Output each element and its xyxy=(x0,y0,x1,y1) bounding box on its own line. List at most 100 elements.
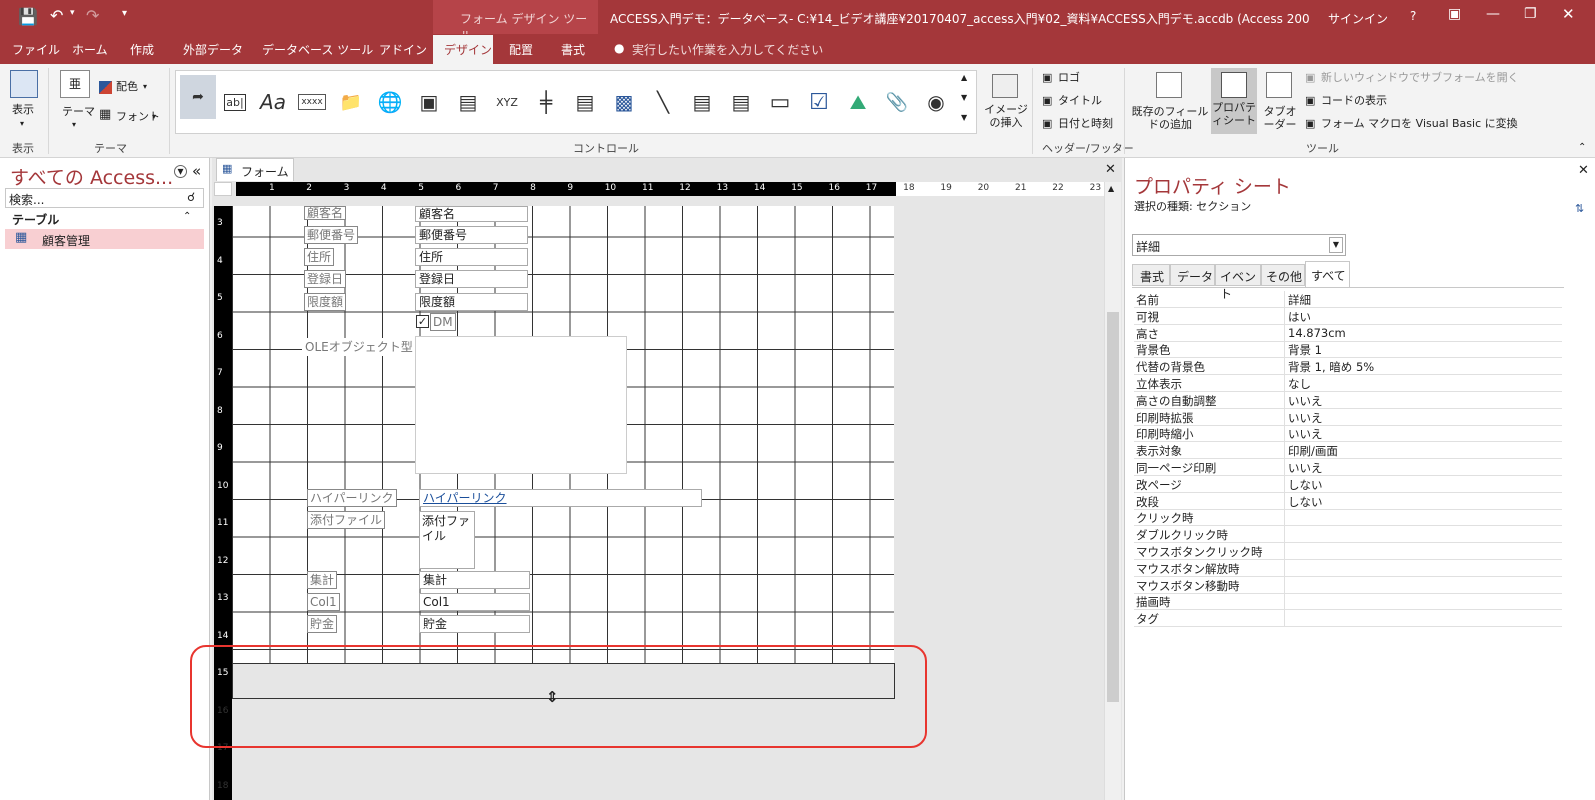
property-row[interactable]: 代替の背景色 背景 1, 暗め 5% xyxy=(1134,358,1562,376)
property-row[interactable]: 印刷時拡張 いいえ xyxy=(1134,408,1562,426)
property-value[interactable]: いいえ xyxy=(1288,393,1323,409)
tab-home[interactable]: ホーム xyxy=(72,41,108,58)
textbox-control-icon[interactable]: ab| xyxy=(220,87,250,117)
nav-item-customer-table[interactable]: ▦ 顧客管理 xyxy=(5,229,204,249)
property-row[interactable]: ダブルクリック時 xyxy=(1134,526,1562,544)
props-tab-event[interactable]: イベント xyxy=(1215,264,1261,301)
form-selector[interactable] xyxy=(214,182,232,196)
label-col1[interactable]: Col1 xyxy=(307,593,340,611)
view-icon[interactable] xyxy=(10,70,38,98)
image-control-icon[interactable]: ⛰ xyxy=(843,87,873,117)
props-tab-other[interactable]: その他 xyxy=(1261,264,1305,286)
property-row[interactable]: マウスボタン移動時 xyxy=(1134,576,1562,594)
property-sheet-button[interactable]: プロパティシート xyxy=(1211,68,1257,134)
image-insert-button[interactable]: イメージの挿入 xyxy=(982,103,1030,129)
nav-search-input[interactable]: 検索... xyxy=(9,191,44,208)
ole-object-frame[interactable] xyxy=(415,336,627,474)
select-pointer-icon[interactable]: ➦ xyxy=(180,75,216,119)
list-box-icon[interactable]: ▤ xyxy=(726,87,756,117)
page-break-icon[interactable]: ╪ xyxy=(531,87,561,117)
pane-close-icon[interactable]: ✕ xyxy=(1578,163,1589,178)
theme-icon[interactable]: 亜 xyxy=(60,70,90,98)
property-row[interactable]: 背景色 背景 1 xyxy=(1134,341,1562,359)
property-value[interactable]: 背景 1, 暗め 5% xyxy=(1288,359,1374,375)
image-insert-icon[interactable] xyxy=(992,74,1018,98)
field-credit-limit[interactable]: 限度額 xyxy=(415,293,528,311)
navigation-control-icon[interactable]: ▤ xyxy=(453,87,483,117)
tab-create[interactable]: 作成 xyxy=(130,41,154,58)
button-control-icon[interactable]: xxxx xyxy=(297,87,327,117)
tab-arrange[interactable]: 配置 xyxy=(509,41,533,58)
theme-dropdown-icon[interactable]: ▾ xyxy=(72,120,76,129)
property-row[interactable]: 印刷時縮小 いいえ xyxy=(1134,425,1562,443)
gallery-up-icon[interactable]: ▲ xyxy=(961,73,967,82)
view-button[interactable]: 表示 xyxy=(12,103,34,117)
customize-qat-icon[interactable]: ▾ xyxy=(122,8,127,19)
nav-menu-icon[interactable]: ▾ xyxy=(174,165,187,178)
logo-button[interactable]: ロゴ xyxy=(1058,71,1080,85)
field-address[interactable]: 住所 xyxy=(415,248,528,266)
label-savings[interactable]: 貯金 xyxy=(307,615,338,633)
props-tab-format[interactable]: 書式 xyxy=(1132,264,1170,286)
label-control-icon[interactable]: Aa xyxy=(258,87,288,117)
option-group-icon[interactable]: XYZ xyxy=(492,87,522,117)
section-collapse-icon[interactable]: ⌃ xyxy=(183,211,191,222)
add-fields-button[interactable]: 既存のフィールドの追加 xyxy=(1131,105,1209,131)
property-row[interactable]: 改段 しない xyxy=(1134,492,1562,510)
props-tab-data[interactable]: データ xyxy=(1170,264,1215,286)
property-row[interactable]: 改ページ しない xyxy=(1134,475,1562,493)
ribbon-display-icon[interactable]: ▣ xyxy=(1448,6,1461,22)
checkbox-control-icon[interactable]: ☑ xyxy=(804,87,834,117)
view-code-button[interactable]: コードの表示 xyxy=(1321,94,1387,108)
label-dm[interactable]: DM xyxy=(430,313,456,331)
tab-database-tools[interactable]: データベース ツール xyxy=(262,41,373,58)
doc-close-icon[interactable]: ✕ xyxy=(1105,162,1116,177)
close-icon[interactable]: ✕ xyxy=(1562,5,1575,23)
property-value[interactable]: いいえ xyxy=(1288,410,1323,426)
property-row[interactable]: 立体表示 なし xyxy=(1134,375,1562,392)
label-hyperlink[interactable]: ハイパーリンク xyxy=(307,489,397,507)
label-registered-date[interactable]: 登録日 xyxy=(304,270,347,288)
fonts-dropdown-icon[interactable]: ▾ xyxy=(152,112,156,121)
signin-link[interactable]: サインイン xyxy=(1328,10,1388,27)
tab-external-data[interactable]: 外部データ xyxy=(183,41,243,58)
property-value[interactable]: はい xyxy=(1288,309,1311,325)
redo-icon[interactable]: ↷ xyxy=(86,6,99,25)
collapse-ribbon-icon[interactable]: ⌃ xyxy=(1578,142,1586,154)
minimize-icon[interactable]: — xyxy=(1486,6,1500,22)
help-button[interactable]: ? xyxy=(1410,9,1416,23)
field-col1[interactable]: Col1 xyxy=(419,593,530,611)
gallery-down-icon[interactable]: ▼ xyxy=(961,93,967,102)
property-row[interactable]: マウスボタン解放時 xyxy=(1134,559,1562,577)
nav-search-box[interactable]: 検索... ☌ xyxy=(5,188,204,208)
tab-addins[interactable]: アドイン xyxy=(379,41,427,58)
dropdown-arrow-icon[interactable]: ▼ xyxy=(1329,237,1343,253)
toggle-button-icon[interactable]: ▤ xyxy=(687,87,717,117)
scrollbar-thumb[interactable] xyxy=(1107,312,1119,702)
field-customer-name[interactable]: 顧客名 xyxy=(415,206,528,222)
add-fields-icon[interactable] xyxy=(1156,72,1182,98)
nav-section-tables[interactable]: テーブル xyxy=(12,211,59,228)
field-attachment-box[interactable]: 添付ファイル xyxy=(419,511,475,569)
label-credit-limit[interactable]: 限度額 xyxy=(304,293,347,311)
field-registered-date[interactable]: 登録日 xyxy=(415,270,528,288)
property-value[interactable]: 印刷/画面 xyxy=(1288,443,1338,459)
property-value[interactable]: しない xyxy=(1288,477,1323,493)
property-row[interactable]: 高さの自動調整 いいえ xyxy=(1134,391,1562,409)
property-value[interactable]: しない xyxy=(1288,494,1323,510)
datetime-button[interactable]: 日付と時刻 xyxy=(1058,117,1113,131)
label-total[interactable]: 集計 xyxy=(307,571,338,589)
tab-design-active[interactable]: デザイン xyxy=(433,35,493,64)
nav-collapse-icon[interactable]: « xyxy=(192,162,201,180)
line-control-icon[interactable]: ╲ xyxy=(648,87,678,117)
label-ole-object[interactable]: OLEオブジェクト型 xyxy=(302,338,416,356)
subform-button[interactable]: 新しいウィンドウでサブフォームを開く xyxy=(1321,71,1519,85)
property-value[interactable]: 背景 1 xyxy=(1288,342,1322,358)
property-row[interactable]: 可視 はい xyxy=(1134,307,1562,325)
vertical-scrollbar[interactable]: ▲ xyxy=(1104,182,1121,800)
combo-box-icon[interactable]: ▤ xyxy=(570,87,600,117)
property-row[interactable]: マウスボタンクリック時 xyxy=(1134,543,1562,560)
property-value[interactable]: いいえ xyxy=(1288,460,1323,476)
undo-dropdown-icon[interactable]: ▾ xyxy=(70,8,75,18)
tab-format[interactable]: 書式 xyxy=(561,41,585,58)
